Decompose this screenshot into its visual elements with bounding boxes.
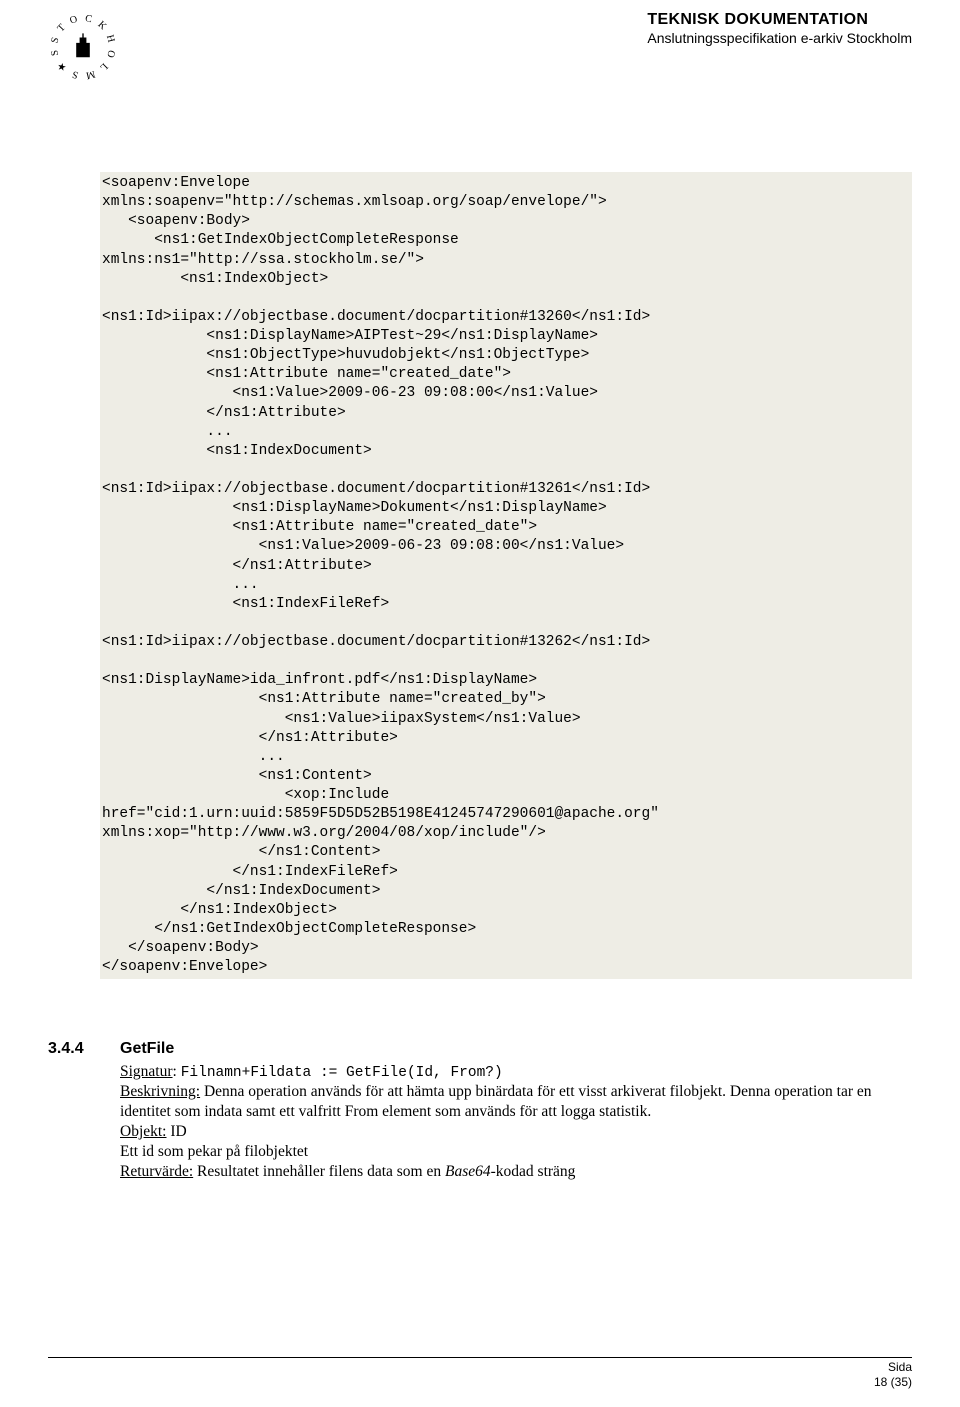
footer-text: Sida 18 (35) (48, 1360, 912, 1389)
signature-value: Filnamn+Fildata := GetFile(Id, From?) (181, 1065, 503, 1081)
return-line: Returvärde: Resultatet innehåller filens… (120, 1162, 912, 1182)
header-subtitle: Anslutningsspecifikation e-arkiv Stockho… (647, 30, 912, 48)
page: S T O C K H O L M S ★ S T A D ★ TEKNISK … (0, 0, 960, 1407)
logo: S T O C K H O L M S ★ S T A D ★ (48, 12, 118, 82)
footer-label: Sida (48, 1360, 912, 1374)
return-pre: Resultatet innehåller filens data som en (193, 1163, 445, 1180)
return-label: Returvärde: (120, 1163, 193, 1180)
return-italic: Base64 (445, 1163, 491, 1180)
signature-line: Signatur: Filnamn+Fildata := GetFile(Id,… (120, 1062, 912, 1083)
page-footer: Sida 18 (35) (48, 1357, 912, 1389)
footer-divider (48, 1357, 912, 1358)
header-text: TEKNISK DOKUMENTATION Anslutningsspecifi… (647, 10, 912, 48)
header-title: TEKNISK DOKUMENTATION (647, 10, 912, 30)
signature-label: Signatur (120, 1063, 173, 1080)
section-getfile: 3.4.4 GetFile Signatur: Filnamn+Fildata … (48, 1039, 912, 1181)
section-number: 3.4.4 (48, 1039, 120, 1181)
code-block: <soapenv:Envelope xmlns:soapenv="http://… (100, 172, 912, 979)
description-text: Denna operation används för att hämta up… (120, 1083, 872, 1120)
description-line: Beskrivning: Denna operation används för… (120, 1082, 912, 1122)
footer-page: 18 (35) (48, 1375, 912, 1389)
object-desc: Ett id som pekar på filobjektet (120, 1142, 912, 1162)
description-label: Beskrivning: (120, 1083, 200, 1100)
page-header: S T O C K H O L M S ★ S T A D ★ TEKNISK … (48, 10, 912, 82)
object-label: Objekt: (120, 1123, 167, 1140)
section-title: GetFile (120, 1039, 912, 1059)
object-value: ID (167, 1123, 187, 1140)
object-line: Objekt: ID (120, 1122, 912, 1142)
section-body: GetFile Signatur: Filnamn+Fildata := Get… (120, 1039, 912, 1181)
return-post: -kodad sträng (491, 1163, 576, 1180)
